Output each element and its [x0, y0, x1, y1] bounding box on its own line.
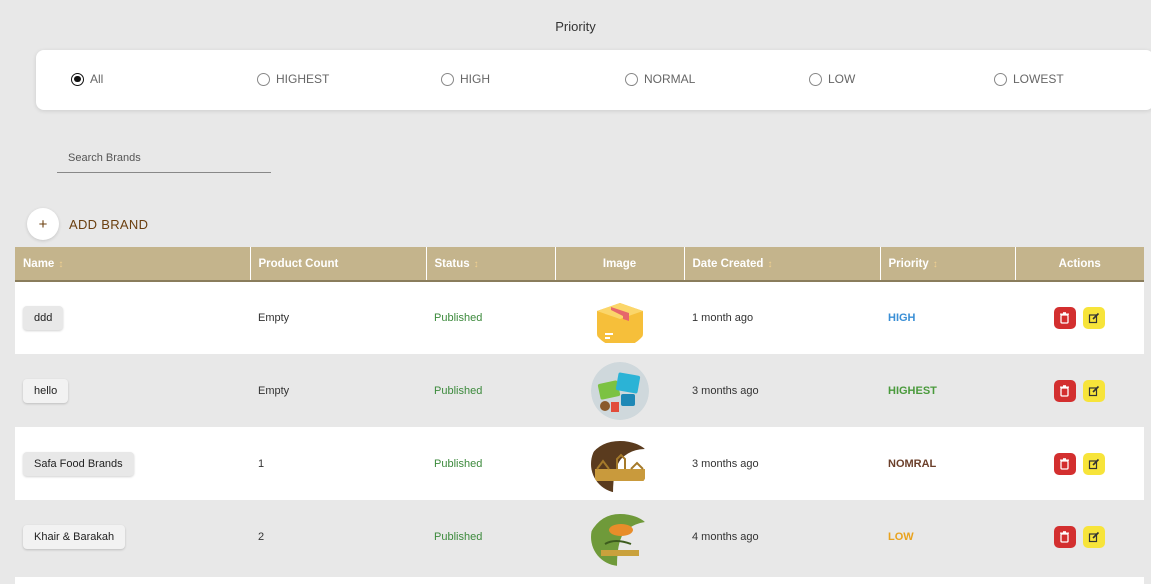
- column-header-product-count: Product Count: [250, 247, 427, 282]
- radio-lowest-label: LOWEST: [1013, 72, 1064, 86]
- edit-button[interactable]: [1083, 452, 1106, 475]
- radio-low[interactable]: LOW: [809, 72, 855, 86]
- trash-icon: [1060, 457, 1070, 470]
- radio-highest-indicator[interactable]: [257, 72, 270, 86]
- brand-name-chip[interactable]: hello: [23, 378, 69, 403]
- delete-button[interactable]: [1053, 307, 1076, 329]
- column-header-image-label: Image: [602, 257, 637, 270]
- status-cell: Published: [426, 500, 555, 573]
- column-header-name-label: Name: [23, 257, 55, 270]
- table-row: hello Empty Published 3 months ago HIGHE…: [15, 354, 1144, 427]
- product-count-cell: 1: [250, 427, 426, 500]
- column-header-image: Image: [555, 247, 685, 282]
- brand-name-chip[interactable]: ddd: [23, 306, 64, 330]
- radio-high-indicator[interactable]: [441, 72, 454, 86]
- brand-name-chip[interactable]: Khair & Barakah: [23, 524, 126, 549]
- column-header-actions-label: Actions: [1058, 257, 1101, 270]
- priority-filter-card: All HIGHEST HIGH NORMAL LOW LOWEST: [36, 50, 1151, 110]
- search-input[interactable]: [57, 144, 271, 172]
- priority-cell: HIGHEST: [880, 354, 1015, 427]
- date-created-cell: 4 months ago: [684, 500, 880, 573]
- product-count-cell: Empty: [250, 281, 426, 354]
- radio-high-label: HIGH: [460, 72, 490, 86]
- edit-button[interactable]: [1083, 525, 1106, 548]
- delete-button[interactable]: [1053, 525, 1076, 548]
- edit-icon: [1088, 458, 1100, 469]
- radio-normal-label: NORMAL: [644, 72, 696, 86]
- edit-button[interactable]: [1083, 379, 1106, 402]
- edit-button[interactable]: [1083, 307, 1106, 329]
- search-brands-field: [57, 144, 271, 173]
- radio-highest-label: HIGHEST: [276, 72, 330, 86]
- brand-name-chip[interactable]: Safa Food Brands: [23, 451, 134, 476]
- product-count-cell: 2: [250, 500, 426, 573]
- edit-icon: [1088, 531, 1100, 542]
- khair-barakah-logo-image: [590, 507, 649, 566]
- edit-icon: [1088, 385, 1100, 396]
- next-row-partial: [15, 577, 1144, 584]
- column-header-name[interactable]: Name ↕: [15, 247, 251, 282]
- radio-normal[interactable]: NORMAL: [625, 72, 695, 86]
- date-created-cell: 1 month ago: [684, 281, 880, 354]
- safa-logo-image: [590, 434, 649, 493]
- sort-icon[interactable]: ↕: [767, 259, 772, 270]
- box-icon: [591, 289, 649, 347]
- radio-low-indicator[interactable]: [809, 72, 822, 86]
- delete-button[interactable]: [1053, 452, 1076, 475]
- column-header-priority[interactable]: Priority ↕: [880, 247, 1016, 282]
- priority-cell: LOW: [880, 500, 1015, 573]
- add-brand-label[interactable]: ADD BRAND: [69, 217, 148, 232]
- priority-cell: HIGH: [880, 281, 1015, 354]
- table-header-row: Name ↕ Product Count Status ↕ Image Date C…: [15, 247, 1144, 282]
- radio-all-indicator[interactable]: [71, 72, 84, 86]
- status-cell: Published: [426, 354, 555, 427]
- sort-icon[interactable]: ↕: [58, 259, 63, 270]
- column-header-actions: Actions: [1015, 247, 1144, 282]
- column-header-product-count-label: Product Count: [258, 257, 339, 270]
- column-header-date-created[interactable]: Date Created ↕: [684, 247, 881, 282]
- sort-icon[interactable]: ↕: [933, 259, 938, 270]
- add-brand-button[interactable]: + ADD BRAND: [27, 208, 148, 240]
- radio-all[interactable]: All: [71, 72, 103, 86]
- table-row: Khair & Barakah 2 Published 4 months ago…: [15, 500, 1144, 573]
- trash-icon: [1060, 312, 1070, 324]
- radio-high[interactable]: HIGH: [441, 72, 490, 86]
- radio-all-label: All: [90, 72, 104, 86]
- table-row: Safa Food Brands 1 Published 3 months ag…: [15, 427, 1144, 500]
- date-created-cell: 3 months ago: [684, 354, 880, 427]
- status-cell: Published: [426, 281, 555, 354]
- trash-icon: [1060, 384, 1070, 397]
- radio-normal-indicator[interactable]: [625, 72, 638, 86]
- delete-button[interactable]: [1053, 379, 1076, 402]
- trash-icon: [1060, 530, 1070, 543]
- brand-banner-image: [590, 361, 649, 420]
- radio-lowest-indicator[interactable]: [994, 72, 1007, 86]
- product-count-cell: Empty: [250, 354, 426, 427]
- radio-lowest[interactable]: LOWEST: [994, 72, 1064, 86]
- column-header-status[interactable]: Status ↕: [426, 247, 556, 282]
- radio-highest[interactable]: HIGHEST: [257, 72, 329, 86]
- edit-icon: [1088, 312, 1100, 324]
- column-header-date-created-label: Date Created: [692, 257, 764, 270]
- plus-icon[interactable]: +: [27, 208, 59, 240]
- priority-filter-title: Priority: [555, 19, 596, 34]
- brands-table: Name ↕ Product Count Status ↕ Image Date C…: [15, 247, 1144, 573]
- status-cell: Published: [426, 427, 555, 500]
- table-row: ddd Empty Published 1 month ago HIGH: [15, 281, 1144, 354]
- date-created-cell: 3 months ago: [684, 427, 880, 500]
- column-header-status-label: Status: [434, 257, 470, 270]
- column-header-priority-label: Priority: [888, 257, 929, 270]
- priority-cell: NOMRAL: [880, 427, 1015, 500]
- radio-low-label: LOW: [828, 72, 856, 86]
- sort-icon[interactable]: ↕: [474, 259, 479, 270]
